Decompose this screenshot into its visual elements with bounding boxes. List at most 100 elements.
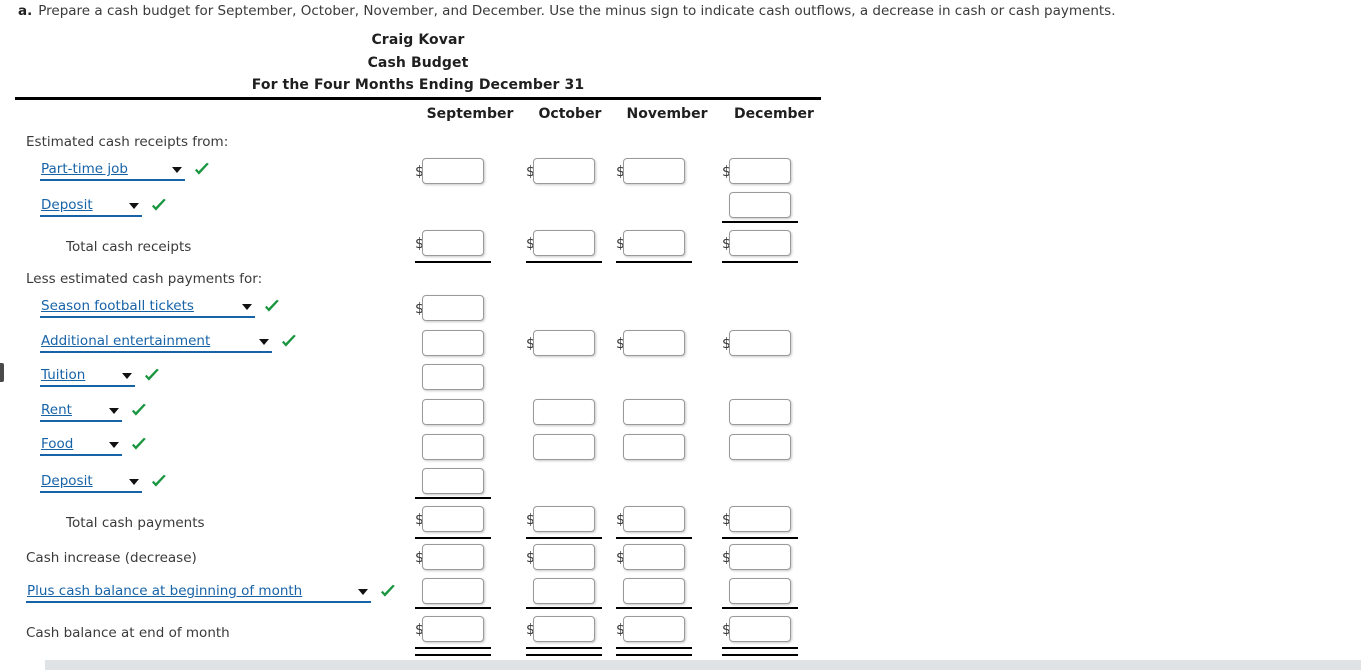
label-estimated-cash-receipts: Estimated cash receipts from:	[26, 134, 229, 150]
subtotal-rule-below	[415, 261, 491, 263]
grand-total-double-rule	[616, 647, 692, 656]
amount-input-october-r13[interactable]	[533, 578, 595, 604]
amount-input-december-r1[interactable]	[729, 158, 791, 184]
chevron-down-icon	[122, 373, 132, 379]
dropdown-receipt-2[interactable]: Deposit	[40, 196, 142, 217]
chevron-down-icon	[172, 167, 182, 173]
column-header-december: December	[734, 106, 814, 122]
amount-input-december-r3[interactable]	[729, 230, 791, 256]
dropdown-payment-4[interactable]: Rent	[40, 401, 122, 422]
chevron-down-icon	[109, 442, 119, 448]
dropdown-payment-5[interactable]: Food	[40, 435, 122, 456]
amount-input-december-r8[interactable]	[729, 399, 791, 425]
grand-total-double-rule	[526, 647, 602, 656]
correct-check-icon	[143, 367, 161, 385]
correct-check-icon	[150, 473, 168, 491]
amount-input-october-r6[interactable]	[533, 330, 595, 356]
subtotal-rule-above	[722, 221, 798, 223]
amount-input-october-r12[interactable]	[533, 544, 595, 570]
dropdown-payment-6-value: Deposit	[41, 473, 93, 489]
correct-check-icon	[150, 197, 168, 215]
amount-input-december-r12[interactable]	[729, 544, 791, 570]
amount-input-september-r6[interactable]	[422, 330, 484, 356]
dropdown-payment-2[interactable]: Additional entertainment	[40, 332, 272, 353]
amount-input-october-r14[interactable]	[533, 616, 595, 642]
subtotal-rule-above	[616, 607, 692, 609]
amount-input-december-r2[interactable]	[729, 192, 791, 218]
subtotal-rule-below	[616, 537, 692, 539]
chevron-down-icon	[259, 339, 269, 345]
amount-input-september-r13[interactable]	[422, 578, 484, 604]
subtotal-rule-below	[526, 537, 602, 539]
correct-check-icon	[263, 298, 281, 316]
label-cash-balance-end-of-month: Cash balance at end of month	[26, 625, 230, 641]
amount-input-december-r13[interactable]	[729, 578, 791, 604]
amount-input-september-r3[interactable]	[422, 230, 484, 256]
amount-input-november-r8[interactable]	[623, 399, 685, 425]
chevron-down-icon	[129, 479, 139, 485]
amount-input-december-r9[interactable]	[729, 434, 791, 460]
amount-input-november-r9[interactable]	[623, 434, 685, 460]
subtotal-rule-below	[616, 261, 692, 263]
grand-total-double-rule	[415, 647, 491, 656]
chevron-down-icon	[129, 203, 139, 209]
dropdown-plus-cash-balance-value: Plus cash balance at beginning of month	[27, 583, 303, 599]
chevron-down-icon	[109, 408, 119, 414]
amount-input-november-r13[interactable]	[623, 578, 685, 604]
amount-input-october-r1[interactable]	[533, 158, 595, 184]
amount-input-september-r14[interactable]	[422, 616, 484, 642]
amount-input-october-r11[interactable]	[533, 506, 595, 532]
dropdown-plus-cash-balance[interactable]: Plus cash balance at beginning of month	[26, 582, 371, 603]
amount-input-october-r9[interactable]	[533, 434, 595, 460]
amount-input-november-r12[interactable]	[623, 544, 685, 570]
amount-input-september-r10[interactable]	[422, 468, 484, 494]
amount-input-october-r3[interactable]	[533, 230, 595, 256]
left-edge-artifact	[0, 363, 4, 382]
amount-input-november-r6[interactable]	[623, 330, 685, 356]
dropdown-payment-2-value: Additional entertainment	[41, 333, 211, 349]
amount-input-november-r1[interactable]	[623, 158, 685, 184]
subtotal-rule-above	[526, 607, 602, 609]
subtotal-rule-below	[722, 261, 798, 263]
amount-input-november-r11[interactable]	[623, 506, 685, 532]
subtotal-rule-below	[526, 261, 602, 263]
amount-input-september-r12[interactable]	[422, 544, 484, 570]
correct-check-icon	[280, 333, 298, 351]
correct-check-icon	[130, 402, 148, 420]
amount-input-september-r5[interactable]	[422, 295, 484, 321]
dropdown-payment-6[interactable]: Deposit	[40, 472, 142, 493]
amount-input-november-r3[interactable]	[623, 230, 685, 256]
dropdown-payment-4-value: Rent	[41, 402, 72, 418]
amount-input-september-r8[interactable]	[422, 399, 484, 425]
dropdown-receipt-2-value: Deposit	[41, 197, 93, 213]
subtotal-rule-below	[415, 537, 491, 539]
chevron-down-icon	[358, 589, 368, 595]
bottom-status-bar	[45, 660, 1361, 670]
label-total-cash-receipts: Total cash receipts	[66, 239, 192, 255]
correct-check-icon	[379, 583, 397, 601]
dropdown-payment-3-value: Tuition	[41, 367, 86, 383]
amount-input-october-r8[interactable]	[533, 399, 595, 425]
dropdown-receipt-1[interactable]: Part-time job	[40, 160, 185, 181]
amount-input-december-r6[interactable]	[729, 330, 791, 356]
amount-input-september-r1[interactable]	[422, 158, 484, 184]
amount-input-september-r9[interactable]	[422, 434, 484, 460]
amount-input-december-r11[interactable]	[729, 506, 791, 532]
chevron-down-icon	[242, 304, 252, 310]
amount-input-september-r11[interactable]	[422, 506, 484, 532]
dropdown-receipt-1-value: Part-time job	[41, 161, 128, 177]
subtotal-rule-above	[722, 607, 798, 609]
cash-budget-sheet: Estimated cash receipts from: Part-time j…	[0, 0, 1361, 670]
dropdown-payment-1[interactable]: Season football tickets	[40, 297, 255, 318]
subtotal-rule-below	[722, 537, 798, 539]
amount-input-december-r14[interactable]	[729, 616, 791, 642]
subtotal-rule-above	[415, 497, 491, 499]
dropdown-payment-3[interactable]: Tuition	[40, 366, 135, 387]
amount-input-november-r14[interactable]	[623, 616, 685, 642]
label-less-estimated-cash-payments: Less estimated cash payments for:	[26, 271, 263, 287]
dropdown-payment-1-value: Season football tickets	[41, 298, 194, 314]
dropdown-payment-5-value: Food	[41, 436, 74, 452]
label-cash-increase-decrease: Cash increase (decrease)	[26, 550, 197, 566]
amount-input-september-r7[interactable]	[422, 364, 484, 390]
grand-total-double-rule	[722, 647, 798, 656]
